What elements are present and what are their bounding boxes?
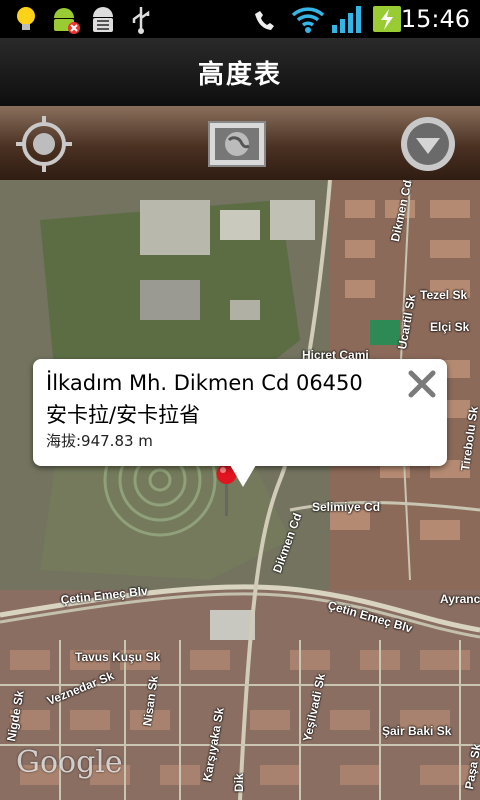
signal-icon xyxy=(330,4,364,34)
close-icon xyxy=(408,370,436,398)
location-callout[interactable]: İlkadım Mh. Dikmen Cd 06450 安卡拉/安卡拉省 海拔:… xyxy=(33,359,447,466)
road-label: Tavus Kuşu Sk xyxy=(75,650,161,664)
close-callout-button[interactable] xyxy=(407,369,437,399)
map-view-icon xyxy=(208,121,266,167)
road-label: Elçi Sk xyxy=(430,320,470,334)
road-label: Tezel Sk xyxy=(420,288,468,302)
locate-button[interactable] xyxy=(14,114,74,174)
altitude-value: 海拔:947.83 m xyxy=(46,432,153,450)
toolbar xyxy=(0,106,480,180)
google-logo: Google xyxy=(16,745,123,780)
title-bar: 高度表 xyxy=(0,38,480,108)
android-bug-icon xyxy=(88,4,116,34)
bulb-icon xyxy=(12,4,40,34)
wifi-icon xyxy=(290,4,326,34)
android-debug-icon xyxy=(48,4,80,34)
road-label: Şair Baki Sk xyxy=(382,724,452,738)
satellite-map[interactable]: Dikmen Cd Tezel Sk Elçi Sk Hicret Cami U… xyxy=(0,180,480,800)
dropdown-menu-icon xyxy=(401,117,455,171)
usb-icon xyxy=(128,4,156,34)
address-line-1: İlkadım Mh. Dikmen Cd 06450 xyxy=(46,371,363,395)
app-title: 高度表 xyxy=(197,60,282,90)
address-line-2: 安卡拉/安卡拉省 xyxy=(46,403,201,427)
locate-icon xyxy=(16,116,72,172)
map-view-button[interactable] xyxy=(207,114,267,174)
callout-tail xyxy=(230,465,256,487)
clock: 15:46 xyxy=(400,5,470,33)
battery-icon xyxy=(370,4,404,34)
road-label: Selimiye Cd xyxy=(312,500,381,514)
missed-call-icon xyxy=(250,4,278,34)
road-label: Dik xyxy=(232,773,246,792)
road-label: Ayranc xyxy=(440,592,480,606)
status-bar: 15:46 xyxy=(0,0,480,38)
dropdown-menu-button[interactable] xyxy=(398,114,458,174)
